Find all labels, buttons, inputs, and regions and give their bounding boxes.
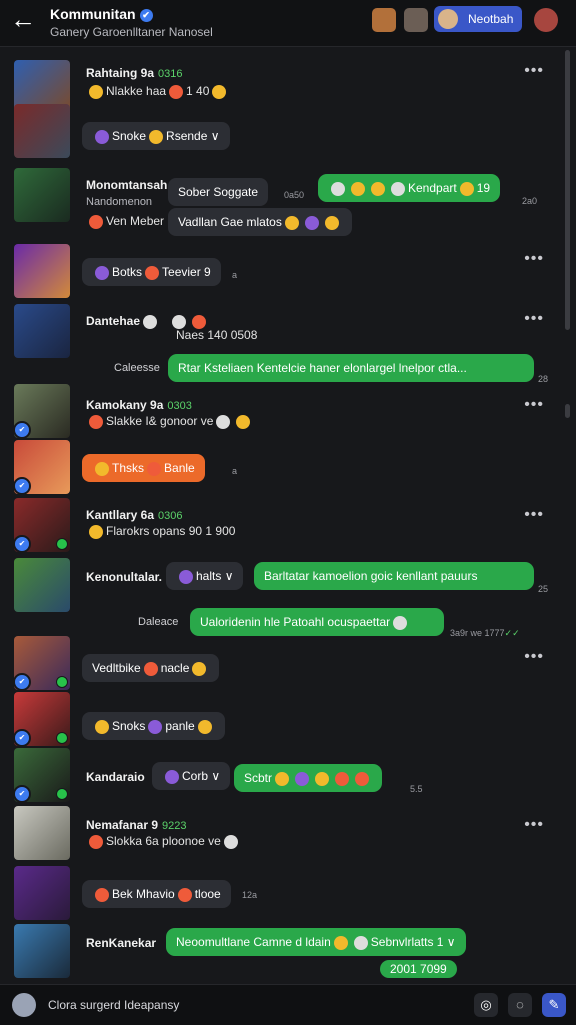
avatar[interactable]: [14, 304, 70, 358]
message-pill[interactable]: Sober Soggate: [168, 178, 269, 206]
message-time: 12a: [242, 890, 258, 900]
sender-name: Kandaraio: [86, 770, 145, 784]
message-text: Flarokrs opans 90 1 900: [86, 524, 235, 539]
more-options-icon[interactable]: •••: [524, 310, 544, 328]
message-label: Daleace: [138, 616, 179, 628]
message-text: Ven Meber: [86, 214, 164, 229]
more-options-icon[interactable]: •••: [524, 250, 544, 268]
reaction-pill[interactable]: Snoks panle: [82, 712, 225, 740]
reaction-pill[interactable]: Corb ∨: [152, 762, 231, 790]
message-time: 2a0: [522, 196, 538, 206]
online-status-icon: [56, 676, 68, 688]
sender-name: Nemafanar 9 9223: [86, 818, 187, 832]
reply-pill[interactable]: Vadllan Gae mlatos: [168, 208, 352, 236]
more-options-icon[interactable]: •••: [524, 396, 544, 414]
message-time: a: [232, 466, 238, 476]
more-options-icon[interactable]: •••: [524, 62, 544, 80]
outgoing-message-bubble[interactable]: Rtar Ksteliaen Kentelcie haner elonlarge…: [168, 354, 534, 382]
outgoing-message-bubble[interactable]: Neoomultlane Camne d ldain Sebnvlrlatts 1…: [166, 928, 466, 956]
avatar[interactable]: ✔: [14, 636, 70, 690]
avatar[interactable]: ✔: [14, 748, 70, 802]
online-status-icon: [56, 538, 68, 550]
reaction-pill[interactable]: Bek Mhavio tlooe: [82, 880, 231, 908]
avatar[interactable]: ✔: [14, 692, 70, 746]
sender-name: Kenonultalar.: [86, 570, 163, 584]
send-icon[interactable]: ✎: [542, 993, 566, 1017]
header-action-label: Neotbah: [468, 12, 514, 26]
message-label: Caleesse: [114, 362, 160, 374]
avatar[interactable]: ✔: [14, 440, 70, 494]
chat-title-text: Kommunitan: [50, 6, 136, 22]
avatar[interactable]: [14, 244, 70, 298]
chat-subtitle: Ganery Garoenlltaner Nanosel: [50, 25, 213, 39]
avatar[interactable]: [14, 168, 70, 222]
camera-icon[interactable]: ◎: [474, 993, 498, 1017]
user-avatar-icon[interactable]: [534, 8, 558, 32]
mic-icon[interactable]: ◌: [508, 993, 532, 1017]
avatar[interactable]: [12, 993, 36, 1017]
outgoing-message-bubble[interactable]: Barltatar kamoelion goic kenllant pauurs: [254, 562, 534, 590]
avatar[interactable]: ✔: [14, 498, 70, 552]
sender-name: Rahtaing 9a 0316: [86, 66, 183, 80]
outgoing-message-bubble[interactable]: Ualoridenin hle Patoahl ocuspaettar: [190, 608, 444, 636]
profile-avatar-icon[interactable]: [404, 8, 428, 32]
outgoing-message-bubble[interactable]: Kendpart 19: [318, 174, 501, 202]
message-text: Slokka 6a ploonoe ve: [86, 834, 241, 849]
sender-subtitle: Nandomenon: [86, 196, 153, 208]
outgoing-message-bubble[interactable]: Scbtr: [234, 764, 383, 792]
header-action-button[interactable]: Neotbah: [434, 6, 522, 32]
message-text: Nlakke haa 1 40: [86, 84, 229, 99]
message-text: Slakke I& gonoor ve: [86, 414, 253, 429]
sender-name: Kamokany 9a 0303: [86, 398, 192, 412]
verified-badge-icon: ✔: [14, 673, 31, 690]
message-time: 5.5: [410, 784, 423, 794]
more-options-icon[interactable]: •••: [524, 506, 544, 524]
composer-bar: Clora surgerd Ideapansy ◎ ◌ ✎: [0, 984, 576, 1025]
avatar[interactable]: [14, 558, 70, 612]
online-status-icon: [56, 788, 68, 800]
more-options-icon[interactable]: •••: [524, 648, 544, 666]
message-text: Naes 140 0508: [176, 328, 258, 342]
sender-name: Kantllary 6a 0306: [86, 508, 183, 522]
message-time: a: [232, 270, 238, 280]
sender-name: Monomtansah: [86, 178, 168, 192]
app-header: ← Kommunitan ✔ Ganery Garoenlltaner Nanos…: [0, 0, 576, 47]
scrollbar-marker[interactable]: [565, 404, 570, 418]
message-time: 25: [538, 584, 549, 594]
message-time: 3a9r we 1777✓✓: [450, 628, 520, 638]
button-avatar-icon: [438, 9, 458, 29]
reaction-pill[interactable]: halts ∨: [166, 562, 244, 590]
scrollbar-thumb[interactable]: [565, 50, 570, 330]
verified-badge-icon: ✔: [14, 785, 31, 802]
avatar[interactable]: [14, 806, 70, 860]
avatar[interactable]: [14, 866, 70, 920]
outgoing-message-bubble-partial[interactable]: 2001 7099: [380, 960, 457, 978]
verified-badge-icon: ✔: [14, 477, 31, 494]
chat-title: Kommunitan ✔: [50, 6, 153, 22]
message-time: 0a50: [284, 190, 305, 200]
reaction-pill[interactable]: Botks Teevier 9: [82, 258, 221, 286]
sender-name: Dantehae: [86, 314, 209, 329]
reaction-pill[interactable]: Vedltbike nacle: [82, 654, 220, 682]
reaction-pill[interactable]: Snoke Rsende ∨: [82, 122, 230, 150]
composer-input[interactable]: Clora surgerd Ideapansy: [48, 998, 179, 1012]
verified-badge-icon: ✔: [14, 729, 31, 746]
back-arrow-icon[interactable]: ←: [10, 6, 36, 32]
highlight-pill[interactable]: Thsks Banle: [82, 454, 205, 482]
avatar[interactable]: [14, 924, 70, 978]
sender-name: RenKanekar: [86, 936, 157, 950]
verified-badge-icon: ✔: [14, 535, 31, 552]
avatar[interactable]: ✔: [14, 384, 70, 438]
more-options-icon[interactable]: •••: [524, 816, 544, 834]
verified-badge-icon: ✔: [14, 421, 31, 438]
verified-icon: ✔: [139, 8, 153, 22]
gift-icon[interactable]: [372, 8, 396, 32]
avatar[interactable]: [14, 104, 70, 158]
online-status-icon: [56, 732, 68, 744]
message-time: 28: [538, 374, 549, 384]
